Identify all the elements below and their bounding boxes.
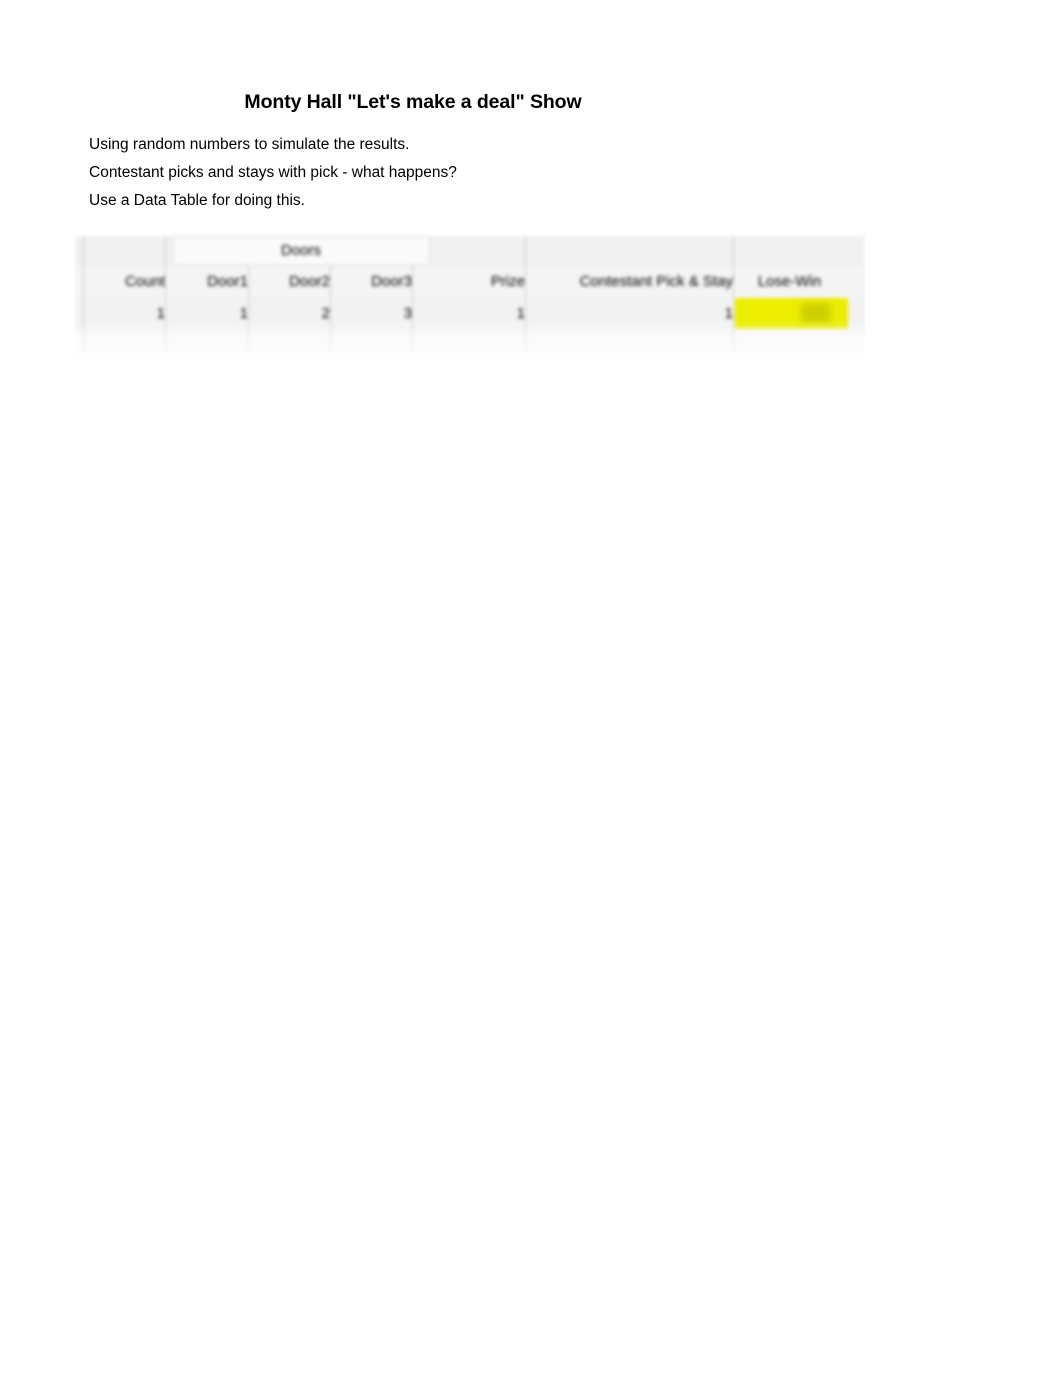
column-header-prize[interactable]: Prize	[412, 270, 525, 294]
gridline	[83, 236, 84, 360]
description-line-2: Contestant picks and stays with pick - w…	[89, 164, 457, 181]
column-header-door1[interactable]: Door1	[165, 270, 248, 294]
cell-door1[interactable]: 1	[165, 302, 248, 326]
cell-lose-win-highlighted[interactable]	[735, 298, 848, 329]
cell-prize[interactable]: 1	[412, 302, 525, 326]
column-header-contestant-pick-and-stay[interactable]: Contestant Pick & Stay	[525, 270, 733, 294]
column-header-count[interactable]: Count	[83, 270, 165, 294]
cell-door2[interactable]: 2	[248, 302, 330, 326]
cell-door3[interactable]: 3	[330, 302, 412, 326]
cell-lose-win-value	[735, 298, 848, 329]
description-line-1: Using random numbers to simulate the res…	[89, 136, 410, 153]
description-line-3: Use a Data Table for doing this.	[89, 192, 305, 209]
table-blur-layer: Doors Count Door1 Door2 Door3 Prize Cont…	[75, 228, 865, 368]
cell-contestant-pick-and-stay[interactable]: 1	[525, 302, 733, 326]
simulation-table[interactable]: Doors Count Door1 Door2 Door3 Prize Cont…	[75, 228, 865, 368]
column-header-door3[interactable]: Door3	[330, 270, 412, 294]
column-header-lose-win[interactable]: Lose-Win	[733, 270, 846, 294]
column-header-door2[interactable]: Door2	[248, 270, 330, 294]
gridline	[525, 236, 526, 360]
table-row-band-empty	[75, 330, 865, 360]
page-title: Monty Hall "Let's make a deal" Show	[244, 91, 582, 113]
description-block: Using random numbers to simulate the res…	[89, 131, 689, 215]
gridline	[733, 236, 734, 360]
cell-count[interactable]: 1	[83, 302, 165, 326]
gridline	[165, 236, 166, 360]
table-group-header-doors[interactable]: Doors	[172, 236, 430, 266]
